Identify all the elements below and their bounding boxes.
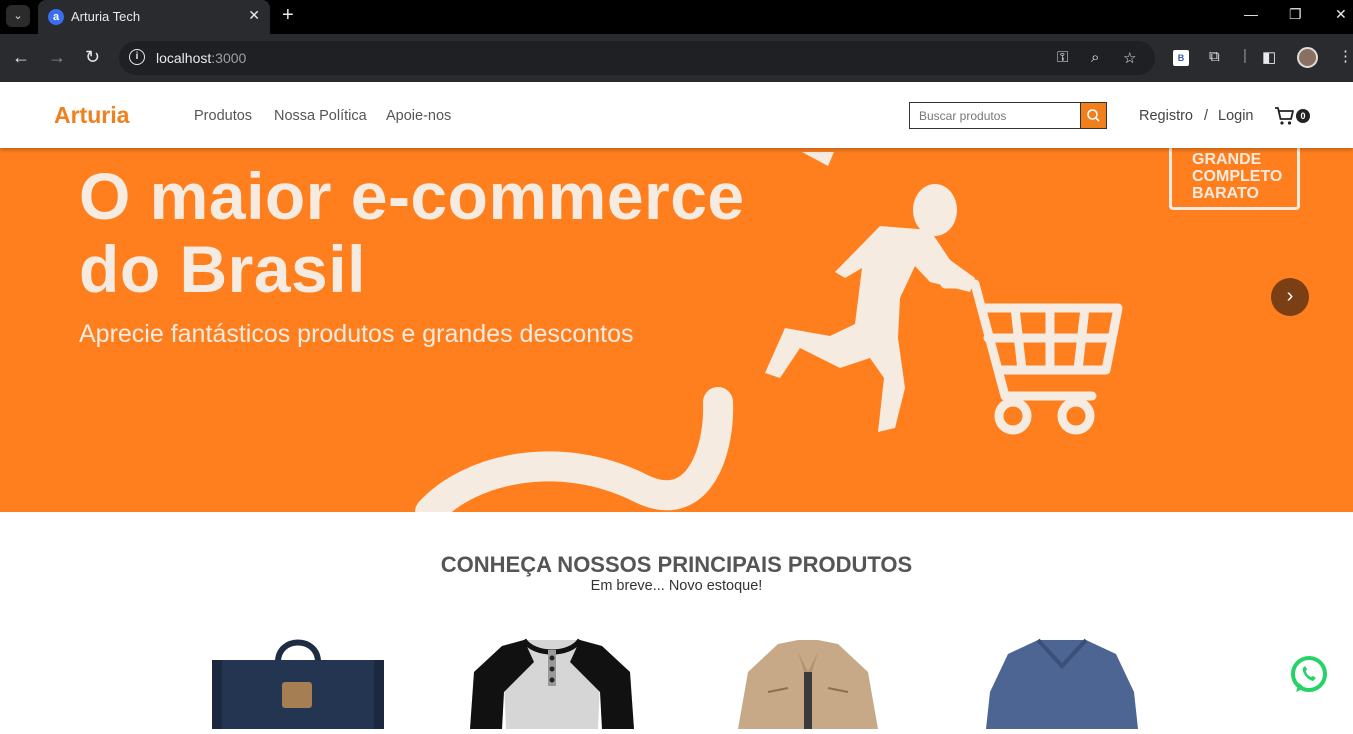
nav-nossa-politica[interactable]: Nossa Política — [274, 108, 367, 124]
product-card-jacket[interactable] — [718, 632, 898, 729]
product-card-sweater[interactable] — [972, 632, 1152, 729]
new-tab-button[interactable]: + — [282, 4, 294, 27]
bookmark-star-icon[interactable]: ☆ — [1123, 49, 1136, 67]
address-bar[interactable]: i localhost:3000 ⚿ ⌕ ☆ — [119, 41, 1155, 75]
minimize-icon[interactable]: — — [1244, 6, 1258, 22]
browser-tab-bar: ⌄ a Arturia Tech ✕ + — ❐ ✕ — [0, 0, 1353, 34]
back-icon[interactable]: ← — [12, 46, 30, 68]
login-link[interactable]: Login — [1218, 108, 1253, 124]
password-key-icon[interactable]: ⚿ — [1057, 49, 1068, 66]
badge-line-3: BARATO — [1192, 185, 1259, 202]
extensions-puzzle-icon[interactable]: ⧉ — [1209, 48, 1220, 65]
browser-tab[interactable]: a Arturia Tech ✕ — [38, 0, 270, 34]
auth-separator: / — [1204, 108, 1209, 124]
browser-menu-icon[interactable]: ⋮ — [1338, 47, 1353, 65]
badge-line-1: GRANDE — [1192, 151, 1262, 168]
search-icon — [1087, 109, 1100, 122]
navy-backpack-image — [212, 639, 384, 729]
brand-logo[interactable]: Arturia — [54, 102, 129, 129]
toolbar-divider: | — [1243, 47, 1247, 64]
product-card-henley[interactable] — [462, 632, 642, 729]
badge-line-2: COMPLETO — [1192, 168, 1283, 185]
blue-vneck-sweater-image — [986, 638, 1138, 729]
whatsapp-icon — [1291, 656, 1327, 692]
side-panel-icon[interactable]: ◧ — [1262, 48, 1276, 66]
carousel-next-button[interactable]: › — [1271, 278, 1309, 316]
hero-title-line-1: O maior e-commerce — [79, 159, 745, 233]
tab-search-menu-button[interactable]: ⌄ — [6, 5, 30, 27]
reload-icon[interactable]: ↻ — [85, 46, 100, 68]
hero-title: O maior e-commerce do Brasil — [79, 160, 839, 306]
product-card-backpack[interactable] — [208, 632, 388, 729]
hero-badge: GRANDE COMPLETO BARATO — [1169, 148, 1300, 210]
nav-apoie-nos[interactable]: Apoie-nos — [386, 108, 451, 124]
khaki-jacket-image — [738, 640, 878, 729]
forward-icon[interactable]: → — [48, 46, 66, 68]
zoom-icon[interactable]: ⌕ — [1091, 49, 1099, 66]
chevron-right-icon: › — [1286, 285, 1294, 307]
site-info-icon[interactable]: i — [129, 49, 145, 65]
whatsapp-button[interactable] — [1288, 654, 1330, 696]
url-text: localhost:3000 — [156, 50, 247, 66]
cart-count-badge: 0 — [1296, 109, 1310, 123]
hero-banner: O maior e-commerce do Brasil Aprecie fan… — [0, 148, 1353, 512]
hero-subtitle: Aprecie fantásticos produtos e grandes d… — [79, 320, 634, 348]
search-form — [909, 102, 1107, 129]
register-link[interactable]: Registro — [1139, 108, 1193, 124]
products-section-subtitle: Em breve... Novo estoque! — [590, 578, 763, 594]
tab-title: Arturia Tech — [71, 9, 141, 24]
extension-b-icon[interactable]: B — [1173, 50, 1189, 66]
cart-button[interactable]: 0 — [1274, 106, 1312, 126]
window-close-icon[interactable]: ✕ — [1335, 6, 1347, 23]
search-button[interactable] — [1080, 102, 1107, 129]
tab-close-icon[interactable]: ✕ — [248, 7, 260, 24]
site-header: Arturia Produtos Nossa Política Apoie-no… — [0, 82, 1353, 148]
browser-toolbar: ← → ↻ i localhost:3000 ⚿ ⌕ ☆ — [0, 34, 1353, 82]
raglan-henley-shirt-image — [470, 638, 634, 729]
nav-produtos[interactable]: Produtos — [194, 108, 252, 124]
hero-title-line-2: do Brasil — [79, 232, 366, 306]
products-section-title: CONHEÇA NOSSOS PRINCIPAIS PRODUTOS — [440, 552, 913, 577]
cart-icon — [1275, 107, 1294, 125]
search-input[interactable] — [909, 102, 1081, 129]
favicon-icon: a — [48, 9, 64, 25]
profile-avatar[interactable] — [1297, 47, 1318, 68]
restore-icon[interactable]: ❐ — [1289, 6, 1302, 23]
